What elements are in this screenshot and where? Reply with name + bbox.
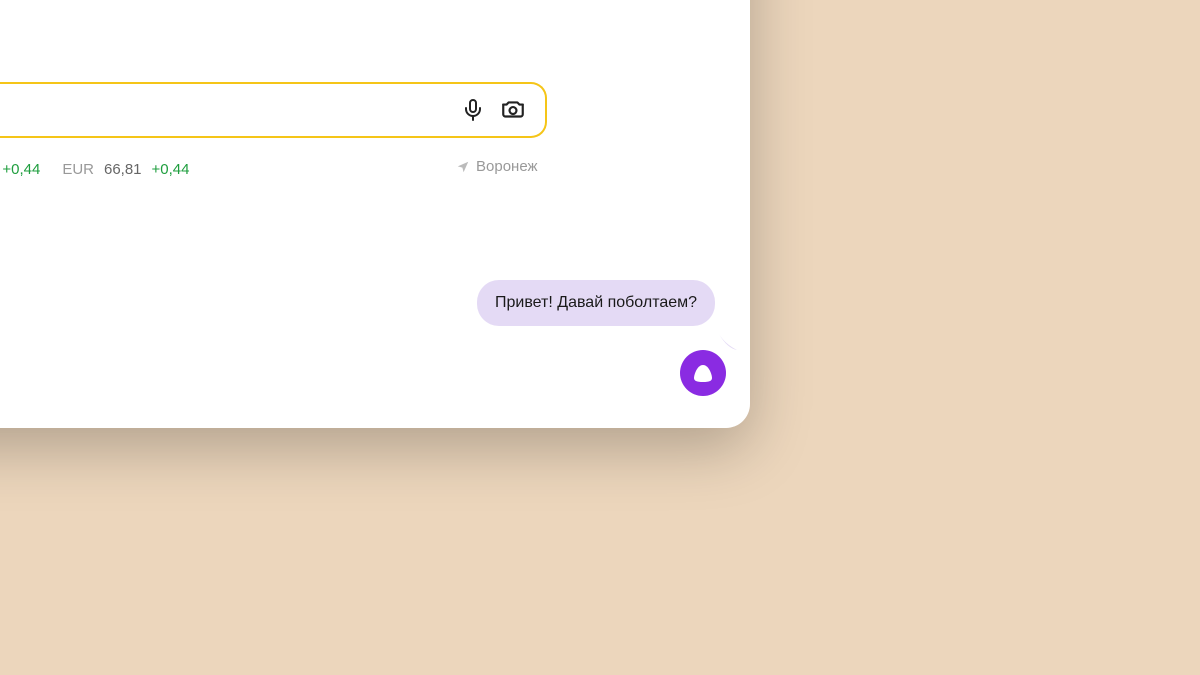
main-card: 3 USD 63,24 +0,44 EUR 66,81 +0,44 Вороне… [0, 0, 750, 428]
currency-delta-usd: +0,44 [2, 161, 40, 178]
location-city: Воронеж [476, 158, 538, 175]
microphone-icon [461, 98, 485, 122]
search-bar[interactable] [0, 82, 547, 138]
chat-message-text: Привет! Давай поболтаем? [495, 294, 697, 311]
assistant-button[interactable] [680, 350, 726, 396]
voice-search-button[interactable] [453, 90, 493, 130]
currency-value-eur: 66,81 [104, 161, 142, 178]
search-input[interactable] [0, 99, 453, 121]
assistant-icon [691, 361, 715, 385]
info-row: 3 USD 63,24 +0,44 EUR 66,81 +0,44 [0, 158, 204, 181]
image-search-button[interactable] [493, 90, 533, 130]
camera-lens-icon [500, 97, 526, 123]
currency-delta-eur: +0,44 [152, 161, 190, 178]
location-arrow-icon [456, 160, 470, 174]
chat-bubble[interactable]: Привет! Давай поболтаем? [477, 280, 715, 326]
currency-label-eur[interactable]: EUR [62, 161, 94, 178]
location-link[interactable]: Воронеж [456, 158, 538, 175]
